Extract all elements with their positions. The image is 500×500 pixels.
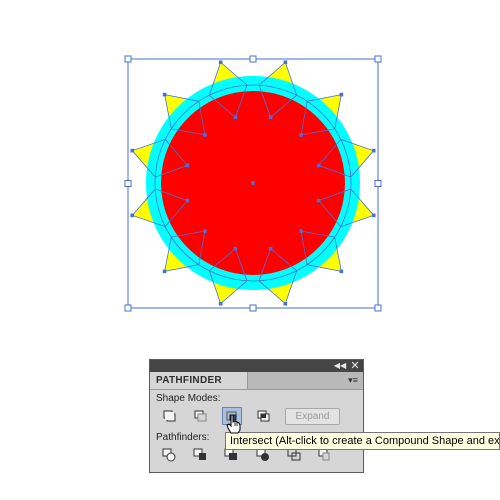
- ray-tip-anchor[interactable]: [283, 301, 288, 306]
- exclude-icon: [257, 410, 270, 422]
- bounding-box-handle[interactable]: [124, 180, 132, 187]
- bounding-box-handle[interactable]: [124, 55, 132, 63]
- ray-tip-anchor[interactable]: [130, 213, 135, 218]
- inner-anchor[interactable]: [185, 163, 190, 168]
- ray-tip-anchor[interactable]: [162, 269, 167, 274]
- center-anchor[interactable]: [251, 181, 255, 185]
- ray-tip-anchor[interactable]: [339, 269, 344, 274]
- hand-pointer-icon: [226, 414, 241, 434]
- inner-anchor[interactable]: [233, 115, 238, 120]
- ray-tip-anchor[interactable]: [218, 60, 223, 65]
- pathfinder-panel: ◀◀ ✕ PATHFINDER ▾≡ Shape Modes: Expand P…: [149, 359, 364, 473]
- bounding-box-handle[interactable]: [374, 180, 382, 187]
- ray-tip-anchor[interactable]: [218, 301, 223, 306]
- inner-anchor[interactable]: [233, 246, 238, 251]
- close-icon[interactable]: ✕: [349, 360, 361, 372]
- inner-anchor[interactable]: [299, 133, 303, 137]
- pathfinders-label: Pathfinders:: [156, 432, 210, 443]
- tab-pathfinder[interactable]: PATHFINDER: [150, 372, 248, 389]
- bounding-box-handle[interactable]: [124, 304, 132, 312]
- ray-tip-anchor[interactable]: [283, 60, 288, 65]
- bounding-box-handle[interactable]: [374, 55, 382, 63]
- inner-anchor[interactable]: [185, 198, 190, 203]
- bounding-box-handle[interactable]: [249, 304, 257, 312]
- inner-anchor[interactable]: [203, 133, 207, 137]
- ray-tip-anchor[interactable]: [371, 148, 376, 153]
- panel-menu-icon[interactable]: ▾≡: [347, 375, 359, 385]
- trim-button[interactable]: [191, 446, 211, 464]
- inner-anchor[interactable]: [316, 163, 321, 168]
- inner-anchor[interactable]: [268, 115, 273, 120]
- minus-front-button[interactable]: [191, 407, 211, 425]
- trim-icon: [193, 448, 206, 460]
- ray-tip-anchor[interactable]: [162, 92, 167, 97]
- panel-tab-row: PATHFINDER ▾≡: [150, 372, 363, 390]
- divide-icon: [162, 448, 176, 462]
- exclude-button[interactable]: [254, 407, 274, 425]
- expand-button[interactable]: Expand: [285, 408, 340, 425]
- inner-anchor[interactable]: [268, 246, 273, 251]
- unite-button[interactable]: [160, 407, 180, 425]
- intersect-tooltip: Intersect (Alt-click to create a Compoun…: [225, 432, 500, 450]
- divide-button[interactable]: [160, 446, 180, 464]
- panel-title-bar[interactable]: ◀◀ ✕: [150, 360, 363, 372]
- ray-tip-anchor[interactable]: [339, 92, 344, 97]
- inner-anchor[interactable]: [203, 229, 207, 233]
- bounding-box-handle[interactable]: [374, 304, 382, 312]
- inner-anchor[interactable]: [316, 198, 321, 203]
- shape-modes-label: Shape Modes:: [156, 393, 221, 404]
- ray-tip-anchor[interactable]: [130, 148, 135, 153]
- bounding-box-handle[interactable]: [249, 55, 257, 63]
- minus-front-icon: [194, 410, 207, 422]
- ray-tip-anchor[interactable]: [371, 213, 376, 218]
- unite-icon: [163, 410, 176, 422]
- double-chevron-icon[interactable]: ◀◀: [333, 360, 347, 372]
- inner-anchor[interactable]: [299, 229, 303, 233]
